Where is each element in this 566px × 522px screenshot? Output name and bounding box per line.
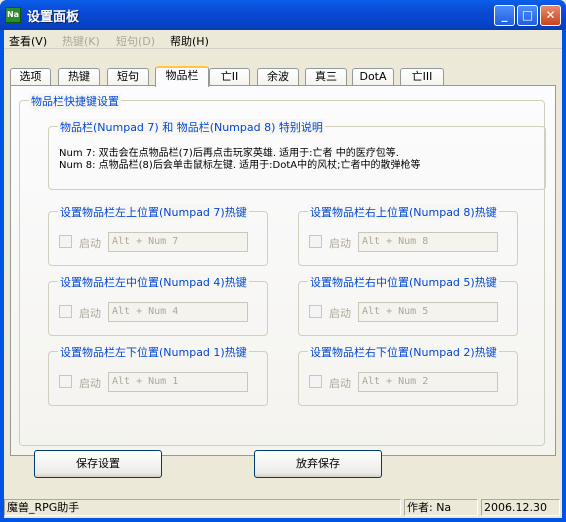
enable-label-numpad2: 启动 bbox=[329, 377, 351, 390]
close-icon: ✕ bbox=[545, 8, 556, 22]
app-icon: Na bbox=[5, 7, 21, 23]
enable-checkbox-numpad8[interactable] bbox=[309, 235, 322, 248]
hotkey-group-numpad2: 设置物品栏右下位置(Numpad 2)热键 启动 Alt + Num 2 bbox=[298, 344, 518, 406]
client-area: 查看(V) 热键(K) 短句(D) 帮助(H) 选项 热键 短句 物品栏 亡II… bbox=[4, 30, 562, 518]
enable-label-numpad1: 启动 bbox=[79, 377, 101, 390]
tab-zhensan[interactable]: 真三 bbox=[305, 68, 347, 86]
status-app-name: 魔兽_RPG助手 bbox=[4, 499, 401, 516]
hotkey-title-numpad8: 设置物品栏右上位置(Numpad 8)热键 bbox=[308, 204, 499, 220]
maximize-icon: □ bbox=[521, 8, 534, 22]
enable-label-numpad8: 启动 bbox=[329, 237, 351, 250]
inventory-hotkey-group: 物品栏快捷键设置 物品栏(Numpad 7) 和 物品栏(Numpad 8) 特… bbox=[19, 93, 546, 446]
hotkey-title-numpad1: 设置物品栏左下位置(Numpad 1)热键 bbox=[58, 344, 249, 360]
enable-checkbox-numpad5[interactable] bbox=[309, 305, 322, 318]
hotkey-input-numpad1[interactable]: Alt + Num 1 bbox=[108, 372, 248, 392]
save-button[interactable]: 保存设置 bbox=[34, 450, 162, 478]
tab-inventory[interactable]: 物品栏 bbox=[155, 66, 209, 87]
special-note-group: 物品栏(Numpad 7) 和 物品栏(Numpad 8) 特别说明 Num 7… bbox=[48, 119, 546, 190]
inventory-group-title: 物品栏快捷键设置 bbox=[29, 93, 121, 109]
status-author: 作者: Na bbox=[404, 499, 478, 516]
tab-yubo[interactable]: 余波 bbox=[257, 68, 299, 86]
hotkey-input-numpad4[interactable]: Alt + Num 4 bbox=[108, 302, 248, 322]
hotkey-group-numpad5: 设置物品栏右中位置(Numpad 5)热键 启动 Alt + Num 5 bbox=[298, 274, 518, 336]
enable-label-numpad7: 启动 bbox=[79, 237, 101, 250]
enable-checkbox-numpad7[interactable] bbox=[59, 235, 72, 248]
enable-label-numpad4: 启动 bbox=[79, 307, 101, 320]
minimize-button[interactable]: _ bbox=[494, 5, 515, 26]
hotkey-input-numpad7[interactable]: Alt + Num 7 bbox=[108, 232, 248, 252]
app-window: Na 设置面板 _ □ ✕ 查看(V) 热键(K) 短句(D) 帮助(H) 选项… bbox=[0, 0, 566, 522]
status-date: 2006.12.30 bbox=[481, 499, 560, 516]
tab-panel-inventory: 物品栏快捷键设置 物品栏(Numpad 7) 和 物品栏(Numpad 8) 特… bbox=[10, 85, 556, 456]
tab-wang3[interactable]: 亡III bbox=[400, 68, 444, 86]
hotkey-group-numpad4: 设置物品栏左中位置(Numpad 4)热键 启动 Alt + Num 4 bbox=[48, 274, 268, 336]
enable-checkbox-numpad2[interactable] bbox=[309, 375, 322, 388]
hotkey-title-numpad4: 设置物品栏左中位置(Numpad 4)热键 bbox=[58, 274, 249, 290]
enable-label-numpad5: 启动 bbox=[329, 307, 351, 320]
tab-phrases[interactable]: 短句 bbox=[107, 68, 149, 86]
hotkey-group-numpad7: 设置物品栏左上位置(Numpad 7)热键 启动 Alt + Num 7 bbox=[48, 204, 268, 266]
status-bar: 魔兽_RPG助手 作者: Na 2006.12.30 bbox=[4, 497, 562, 518]
hotkey-group-numpad1: 设置物品栏左下位置(Numpad 1)热键 启动 Alt + Num 1 bbox=[48, 344, 268, 406]
tab-panel-body: 物品栏快捷键设置 物品栏(Numpad 7) 和 物品栏(Numpad 8) 特… bbox=[11, 86, 555, 455]
hotkey-input-numpad8[interactable]: Alt + Num 8 bbox=[358, 232, 498, 252]
menu-help[interactable]: 帮助(H) bbox=[170, 33, 209, 49]
title-bar[interactable]: Na 设置面板 _ □ ✕ bbox=[0, 0, 566, 30]
minimize-icon: _ bbox=[501, 8, 508, 22]
special-note-title: 物品栏(Numpad 7) 和 物品栏(Numpad 8) 特别说明 bbox=[58, 119, 325, 135]
menu-bar: 查看(V) 热键(K) 短句(D) 帮助(H) bbox=[4, 30, 562, 49]
tab-wang2[interactable]: 亡II bbox=[209, 68, 250, 86]
window-title: 设置面板 bbox=[27, 10, 80, 25]
tab-options[interactable]: 选项 bbox=[10, 68, 51, 86]
discard-button[interactable]: 放弃保存 bbox=[254, 450, 382, 478]
hotkey-title-numpad2: 设置物品栏右下位置(Numpad 2)热键 bbox=[308, 344, 499, 360]
hotkey-input-numpad5[interactable]: Alt + Num 5 bbox=[358, 302, 498, 322]
menu-hotkey[interactable]: 热键(K) bbox=[62, 33, 100, 49]
tab-dota[interactable]: DotA bbox=[352, 68, 394, 86]
menu-phrase[interactable]: 短句(D) bbox=[116, 33, 155, 49]
menu-view[interactable]: 查看(V) bbox=[9, 33, 47, 49]
enable-checkbox-numpad1[interactable] bbox=[59, 375, 72, 388]
hotkey-group-numpad8: 设置物品栏右上位置(Numpad 8)热键 启动 Alt + Num 8 bbox=[298, 204, 518, 266]
close-button[interactable]: ✕ bbox=[540, 5, 561, 26]
hotkey-title-numpad7: 设置物品栏左上位置(Numpad 7)热键 bbox=[58, 204, 249, 220]
hotkey-input-numpad2[interactable]: Alt + Num 2 bbox=[358, 372, 498, 392]
note-line-num8: Num 8: 点物品栏(8)后会单击鼠标左键. 适用于:DotA中的风杖;亡者中… bbox=[59, 160, 421, 171]
maximize-button[interactable]: □ bbox=[517, 5, 538, 26]
enable-checkbox-numpad4[interactable] bbox=[59, 305, 72, 318]
tab-hotkeys[interactable]: 热键 bbox=[58, 68, 100, 86]
hotkey-title-numpad5: 设置物品栏右中位置(Numpad 5)热键 bbox=[308, 274, 499, 290]
